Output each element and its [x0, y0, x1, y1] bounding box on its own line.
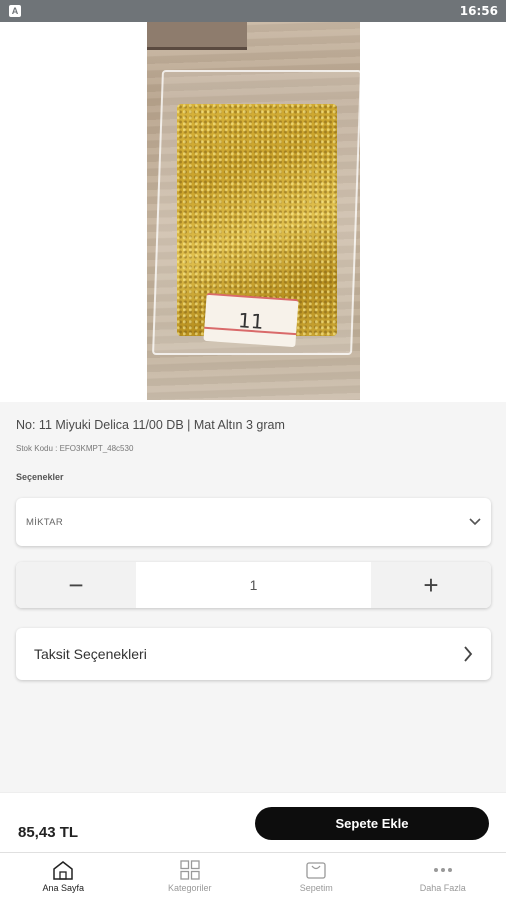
- status-time: 16:56: [459, 4, 498, 18]
- status-bar: A 16:56: [0, 0, 506, 22]
- tab-cart-label: Sepetim: [299, 883, 333, 893]
- tab-more[interactable]: Daha Fazla: [380, 853, 506, 900]
- cart-bar: 85,43 TL Sepete Ekle: [0, 792, 506, 852]
- tab-more-label: Daha Fazla: [419, 883, 466, 893]
- decrease-quantity-button[interactable]: −: [16, 562, 136, 608]
- installment-options-row[interactable]: Taksit Seçenekleri: [16, 628, 491, 680]
- product-sku: Stok Kodu : EFO3KMPT_48c530: [16, 444, 134, 453]
- installment-options-label: Taksit Seçenekleri: [34, 646, 147, 662]
- add-to-cart-button[interactable]: Sepete Ekle: [255, 807, 489, 840]
- tab-categories[interactable]: Kategoriler: [127, 853, 254, 900]
- chevron-down-icon: [469, 518, 481, 526]
- bottom-tab-bar: Ana Sayfa Kategoriler Sepetim Daha Fazla: [0, 852, 506, 900]
- chevron-left-icon: [19, 33, 29, 49]
- chevron-right-icon: [464, 646, 473, 662]
- tab-cart[interactable]: Sepetim: [253, 853, 380, 900]
- quantity-value[interactable]: 1: [136, 562, 371, 608]
- back-button[interactable]: [14, 30, 36, 52]
- product-price: 85,43 TL: [18, 824, 79, 841]
- product-image-area: 11: [0, 22, 506, 402]
- tab-home[interactable]: Ana Sayfa: [0, 853, 127, 900]
- select-value: MİKTAR: [26, 516, 63, 528]
- tab-categories-label: Kategoriler: [167, 883, 212, 893]
- home-icon: [53, 861, 73, 880]
- photo-number-tag: 11: [203, 292, 299, 348]
- share-icon: [430, 32, 444, 48]
- product-photo[interactable]: 11: [147, 22, 360, 400]
- options-label: Seçenekler: [16, 472, 64, 482]
- product-title: No: 11 Miyuki Delica 11/00 DB | Mat Altı…: [16, 418, 285, 432]
- increase-quantity-button[interactable]: +: [371, 562, 491, 608]
- grid-icon: [180, 860, 200, 880]
- tab-home-label: Ana Sayfa: [42, 883, 85, 893]
- quantity-stepper: − 1 +: [16, 562, 491, 608]
- share-button[interactable]: [426, 29, 448, 51]
- more-icon: [433, 868, 452, 872]
- app-badge-icon: A: [9, 5, 21, 17]
- quantity-option-select[interactable]: MİKTAR: [16, 498, 491, 546]
- cart-icon: [306, 862, 326, 879]
